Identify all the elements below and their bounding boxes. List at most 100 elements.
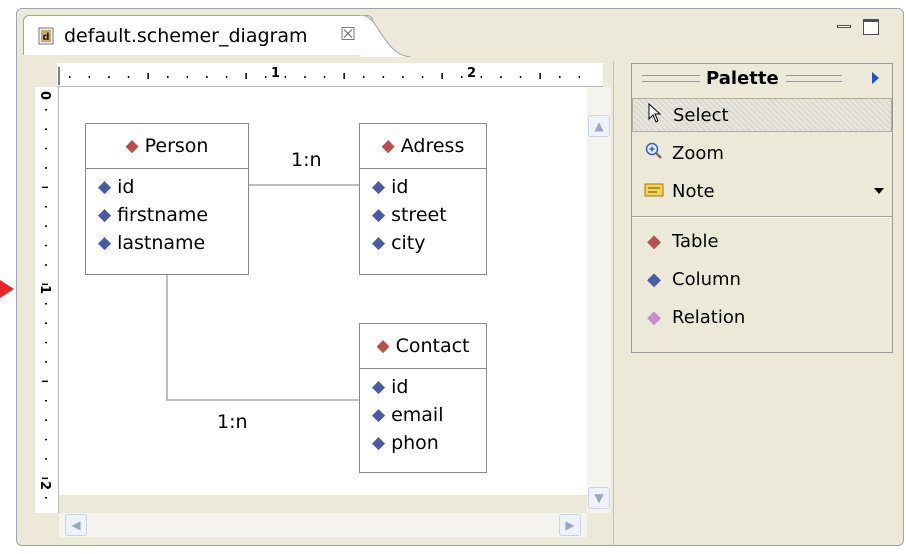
ruler-tick: [45, 264, 47, 266]
ruler-tick: [284, 76, 287, 78]
ruler-tick: [88, 76, 91, 78]
table-diamond-icon: ◆: [381, 136, 395, 156]
ruler-tick: [343, 73, 345, 79]
palette-sash[interactable]: [613, 61, 619, 545]
ruler-tick: [500, 76, 502, 78]
ruler-tick: [167, 76, 169, 78]
column-name: email: [391, 404, 444, 426]
zoom-icon: [640, 142, 668, 165]
column-row[interactable]: ◆ id: [360, 373, 486, 401]
horizontal-ruler: 1 2: [57, 63, 603, 87]
ruler-tick: [323, 76, 326, 78]
palette-entry-label: Table: [672, 230, 719, 252]
palette-tool-zoom[interactable]: Zoom: [632, 136, 892, 170]
palette-entry-table[interactable]: ◆ Table: [632, 224, 892, 258]
column-row[interactable]: ◆ firstname: [86, 201, 248, 229]
ruler-tick: [147, 73, 149, 79]
ruler-tick: [461, 76, 463, 78]
ruler-tick: [402, 76, 404, 78]
vertical-scrollbar[interactable]: ▲ ▼: [587, 87, 611, 513]
vertical-ruler: 0 1 2: [35, 87, 59, 513]
palette-tool-select[interactable]: Select: [632, 98, 892, 132]
column-row[interactable]: ◆ phon: [360, 429, 486, 457]
column-name: phon: [391, 432, 439, 454]
relation-label-person-contact: 1:n: [217, 411, 248, 433]
scroll-right-button[interactable]: ▶: [559, 514, 581, 536]
scroll-down-button[interactable]: ▼: [588, 487, 610, 509]
tab-default-schemer-diagram[interactable]: d default.schemer_diagram ☒: [23, 15, 373, 55]
ruler-label-1-vertical: 1: [37, 284, 53, 295]
scroll-corner: [587, 513, 611, 537]
ruler-tick: [45, 167, 47, 169]
palette-grip-right: [786, 75, 842, 82]
minimize-icon[interactable]: [837, 25, 851, 28]
ruler-tick: [441, 73, 443, 79]
ruler-tick: [108, 76, 110, 78]
palette-header[interactable]: Palette: [632, 64, 892, 94]
scroll-up-button[interactable]: ▲: [588, 115, 610, 137]
ruler-label-2-vertical: 2: [37, 480, 53, 491]
ruler-tick: [421, 76, 424, 78]
ruler-tick: [578, 76, 581, 78]
ruler-tick: [45, 497, 47, 499]
ruler-tick: [45, 128, 47, 130]
ruler-label-0: 0: [37, 90, 53, 101]
ruler-label-2: 2: [467, 66, 477, 81]
expand-arrow-icon[interactable]: [872, 72, 879, 84]
ruler-tick: [382, 76, 385, 78]
horizontal-scrollbar[interactable]: ◀ ▶: [59, 513, 587, 537]
ruler-tick: [45, 341, 47, 344]
ruler-tick: [45, 438, 47, 441]
diagram-editor-window: d default.schemer_diagram ☒ 1 2 0 1 2 1:…: [16, 8, 904, 546]
palette-tool-label: Zoom: [672, 142, 724, 164]
tab-curve-decoration: [361, 15, 411, 57]
ruler-tick: [225, 76, 228, 78]
ruler-tick: [186, 76, 189, 78]
column-diamond-icon: ◆: [98, 177, 112, 197]
ruler-tick: [42, 380, 48, 383]
palette-tool-note[interactable]: Note: [632, 174, 892, 208]
table-name: Person: [144, 135, 209, 157]
table-adress[interactable]: ◆ Adress ◆ id ◆ street ◆ city: [359, 123, 487, 275]
palette-entry-column[interactable]: ◆ Column: [632, 262, 892, 296]
palette-divider: [632, 216, 892, 218]
cursor-icon: [641, 102, 669, 128]
column-name: id: [117, 176, 135, 198]
column-row[interactable]: ◆ email: [360, 401, 486, 429]
palette-panel: Palette Select Zoom Note ◆ Table ◆ Colum…: [631, 63, 893, 353]
ruler-tick: [127, 76, 130, 78]
maximize-icon[interactable]: [863, 19, 879, 35]
column-row[interactable]: ◆ city: [360, 229, 486, 257]
table-contact[interactable]: ◆ Contact ◆ id ◆ email ◆ phon: [359, 323, 487, 473]
red-marker-arrow: [0, 280, 14, 298]
close-icon[interactable]: ☒: [340, 24, 356, 46]
relation-diamond-icon: ◆: [647, 306, 661, 328]
palette-entry-label: Relation: [672, 306, 746, 328]
ruler-tick: [45, 147, 47, 150]
chevron-down-icon[interactable]: [874, 188, 884, 194]
column-diamond-icon: ◆: [372, 377, 386, 397]
relation-line-person-contact[interactable]: [166, 275, 377, 401]
scroll-left-button[interactable]: ◀: [65, 514, 87, 536]
table-person[interactable]: ◆ Person ◆ id ◆ firstname ◆ lastname: [85, 123, 249, 275]
column-diamond-icon: ◆: [372, 233, 386, 253]
table-diamond-icon: ◆: [647, 230, 661, 252]
column-name: id: [391, 176, 409, 198]
ruler-corner: [35, 61, 59, 85]
column-row[interactable]: ◆ street: [360, 201, 486, 229]
palette-entry-relation[interactable]: ◆ Relation: [632, 300, 892, 334]
diagram-file-icon: d: [38, 27, 54, 45]
table-name: Adress: [400, 135, 465, 157]
ruler-tick: [206, 76, 208, 78]
tab-title: default.schemer_diagram: [64, 25, 308, 47]
ruler-tick: [45, 361, 47, 363]
column-row[interactable]: ◆ lastname: [86, 229, 248, 257]
column-row[interactable]: ◆ id: [360, 173, 486, 201]
ruler-tick: [69, 76, 71, 78]
column-name: id: [391, 376, 409, 398]
ruler-tick: [480, 76, 483, 78]
column-row[interactable]: ◆ id: [86, 173, 248, 201]
vertical-ruler-ticks: [42, 109, 48, 499]
column-name: street: [391, 204, 447, 226]
column-name: city: [391, 232, 426, 254]
